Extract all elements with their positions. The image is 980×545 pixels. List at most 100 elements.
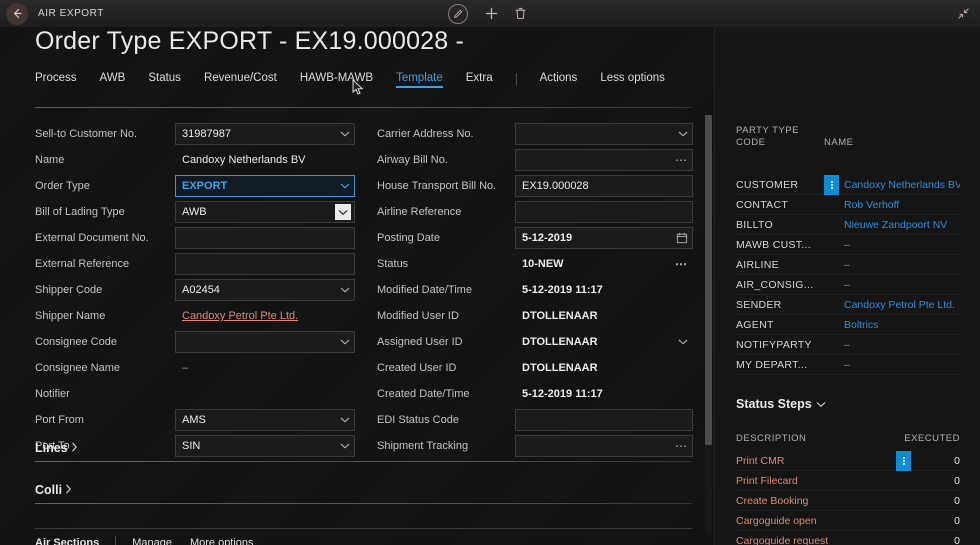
section-lines: Lines bbox=[35, 441, 692, 462]
trash-icon[interactable] bbox=[515, 7, 526, 20]
party-name-link[interactable]: Boltrics bbox=[844, 319, 960, 331]
collapse-window-icon[interactable] bbox=[957, 7, 970, 25]
field-label: Created Date/Time bbox=[377, 388, 470, 400]
manage-button[interactable]: Manage bbox=[132, 537, 172, 545]
form-row: Sell-to Customer No. 31987987 bbox=[35, 123, 355, 145]
party-type-header-name: NAME bbox=[824, 137, 854, 148]
calendar-icon[interactable] bbox=[676, 232, 688, 244]
party-row[interactable]: MAWB CUST... – bbox=[736, 235, 960, 255]
form-row: Consignee Name – bbox=[35, 357, 355, 379]
tab-process[interactable]: Process bbox=[35, 72, 77, 87]
field-text: 5-12-2019 11:17 bbox=[522, 388, 603, 400]
section-lines-header[interactable]: Lines bbox=[35, 441, 692, 461]
row-menu-icon[interactable] bbox=[896, 450, 911, 471]
status-steps-title: Status Steps bbox=[736, 397, 812, 411]
status-step-row[interactable]: Print Filecard 0 bbox=[736, 471, 960, 491]
field-value[interactable]: 31987987 bbox=[175, 123, 355, 145]
chevron-down-icon[interactable] bbox=[340, 339, 350, 346]
edit-pencil-icon[interactable] bbox=[448, 3, 468, 24]
status-step-description[interactable]: Print Filecard bbox=[736, 475, 896, 487]
field-value[interactable]: EX19.000028 bbox=[515, 175, 693, 197]
party-name-link[interactable]: Nieuwe Zandpoort NV bbox=[844, 219, 960, 231]
field-value[interactable]: Candoxy Petrol Pte Ltd. bbox=[175, 305, 355, 327]
party-type-header-code: CODE bbox=[736, 137, 766, 148]
main-scrollbar-thumb[interactable] bbox=[705, 115, 712, 445]
status-steps-header[interactable]: Status Steps bbox=[736, 397, 826, 411]
chevron-down-icon[interactable] bbox=[340, 417, 350, 424]
chevron-down-icon[interactable] bbox=[340, 183, 350, 190]
party-row[interactable]: AIRLINE – bbox=[736, 255, 960, 275]
tab-hawb-mawb[interactable]: HAWB-MAWB bbox=[300, 72, 373, 87]
field-label: Airway Bill No. bbox=[377, 154, 448, 166]
field-value[interactable] bbox=[175, 331, 355, 353]
party-name-link[interactable]: Rob Verhoff bbox=[844, 199, 960, 211]
party-row[interactable]: AIR_CONSIG... – bbox=[736, 275, 960, 295]
field-value[interactable] bbox=[515, 201, 693, 223]
row-menu-icon[interactable] bbox=[824, 174, 839, 195]
status-step-description[interactable]: Create Booking bbox=[736, 495, 896, 507]
party-row[interactable]: CONTACT Rob Verhoff bbox=[736, 195, 960, 215]
field-value[interactable] bbox=[515, 409, 693, 431]
section-colli-header[interactable]: Colli bbox=[35, 483, 692, 503]
main-scrollbar[interactable] bbox=[705, 115, 712, 535]
field-link[interactable]: Candoxy Petrol Pte Ltd. bbox=[182, 310, 298, 322]
status-step-description[interactable]: Cargoguide open bbox=[736, 515, 896, 527]
section-lines-label: Lines bbox=[35, 441, 68, 455]
ellipsis-lookup-icon[interactable]: ⋯ bbox=[675, 258, 688, 270]
field-empty-dash: – bbox=[182, 362, 189, 374]
field-value: Candoxy Netherlands BV bbox=[175, 149, 355, 171]
field-value[interactable]: A02454 bbox=[175, 279, 355, 301]
chevron-down-icon[interactable] bbox=[678, 131, 688, 138]
tab-extra[interactable]: Extra bbox=[466, 72, 493, 87]
field-text: DTOLLENAAR bbox=[522, 310, 598, 322]
field-value[interactable]: AMS bbox=[175, 409, 355, 431]
field-text: 10-NEW bbox=[522, 258, 564, 270]
field-label: Order Type bbox=[35, 180, 90, 192]
field-value[interactable] bbox=[175, 253, 355, 275]
party-code: CONTACT bbox=[736, 198, 789, 211]
chevron-down-icon[interactable] bbox=[340, 287, 350, 294]
party-row[interactable]: BILLTO Nieuwe Zandpoort NV bbox=[736, 215, 960, 235]
tab-awb[interactable]: AWB bbox=[100, 72, 126, 87]
field-value[interactable]: ⋯ bbox=[515, 149, 693, 171]
status-step-row[interactable]: Cargoguide request 0 bbox=[736, 531, 960, 545]
form-row: Bill of Lading Type AWB bbox=[35, 201, 355, 223]
status-step-description[interactable]: Cargoguide request bbox=[736, 535, 896, 545]
party-name-link[interactable]: Candoxy Petrol Pte Ltd. bbox=[844, 299, 960, 311]
chevron-down-icon[interactable] bbox=[678, 339, 688, 346]
form-row: Port From AMS bbox=[35, 409, 355, 431]
field-value[interactable]: AWB bbox=[175, 201, 355, 223]
field-label: Airline Reference bbox=[377, 206, 462, 218]
party-name-empty: – bbox=[844, 258, 850, 271]
back-arrow-icon[interactable] bbox=[6, 2, 28, 25]
field-value[interactable] bbox=[175, 227, 355, 249]
party-name-link[interactable]: Candoxy Netherlands BV bbox=[844, 179, 960, 191]
chevron-down-icon[interactable] bbox=[340, 131, 350, 138]
field-value[interactable]: 5-12-2019 bbox=[515, 227, 693, 249]
less-options-button[interactable]: Less options bbox=[600, 72, 665, 87]
tab-template[interactable]: Template bbox=[396, 72, 443, 88]
party-row[interactable]: SENDER Candoxy Petrol Pte Ltd. bbox=[736, 295, 960, 315]
field-value[interactable] bbox=[515, 123, 693, 145]
field-text: AMS bbox=[182, 414, 206, 426]
status-step-row[interactable]: Cargoguide open 0 bbox=[736, 511, 960, 531]
party-row[interactable]: NOTIFYPARTY – bbox=[736, 335, 960, 355]
dropdown-button[interactable] bbox=[335, 204, 351, 220]
status-step-row[interactable]: Print CMR 0 bbox=[736, 450, 960, 471]
ellipsis-lookup-icon[interactable]: ⋯ bbox=[675, 154, 688, 166]
party-row[interactable]: MY DEPART... – bbox=[736, 355, 960, 375]
actions-menu[interactable]: Actions bbox=[540, 72, 578, 87]
tab-revenue-cost[interactable]: Revenue/Cost bbox=[204, 72, 277, 87]
tab-status[interactable]: Status bbox=[148, 72, 181, 87]
field-value[interactable]: EXPORT bbox=[175, 175, 355, 197]
party-row[interactable]: CUSTOMER Candoxy Netherlands BV bbox=[736, 174, 960, 195]
party-code: AGENT bbox=[736, 318, 774, 331]
plus-icon[interactable] bbox=[485, 7, 498, 20]
status-step-description[interactable]: Print CMR bbox=[736, 455, 896, 467]
status-step-row[interactable]: Create Booking 0 bbox=[736, 491, 960, 511]
more-options-button[interactable]: More options bbox=[190, 537, 254, 545]
form-row: Assigned User ID DTOLLENAAR bbox=[377, 331, 693, 353]
party-row[interactable]: AGENT Boltrics bbox=[736, 315, 960, 335]
field-text: EX19.000028 bbox=[522, 180, 589, 192]
form-row: Shipper Name Candoxy Petrol Pte Ltd. bbox=[35, 305, 355, 327]
